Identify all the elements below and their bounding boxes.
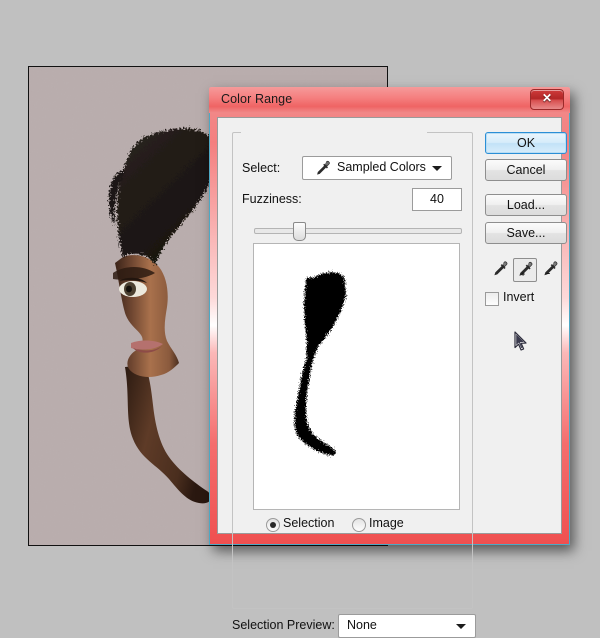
- radio-image-label: Image: [369, 516, 404, 530]
- ok-button[interactable]: OK: [485, 132, 567, 154]
- selection-preview-label: Selection Preview:: [232, 618, 335, 632]
- invert-label: Invert: [503, 290, 535, 304]
- invert-checkbox[interactable]: [485, 292, 499, 306]
- eyedropper-sample-icon[interactable]: [489, 258, 511, 280]
- dialog-title: Color Range: [221, 92, 293, 106]
- eyedropper-toolgroup: [487, 258, 567, 284]
- dialog-client-area: Select: Sampled Colors Fuzziness: 40 Sel…: [217, 117, 567, 638]
- preview-mode-group: Selection Image: [254, 516, 460, 534]
- selection-preview-dropdown[interactable]: None: [338, 614, 476, 638]
- dialog-titlebar[interactable]: Color Range ✕: [209, 87, 570, 113]
- radio-dot: [266, 518, 280, 532]
- cancel-button[interactable]: Cancel: [485, 159, 567, 181]
- save-button[interactable]: Save...: [485, 222, 567, 244]
- close-icon: ✕: [541, 91, 553, 105]
- chevron-down-icon: [456, 624, 466, 629]
- selection-preview-value: None: [347, 618, 377, 632]
- fuzziness-input[interactable]: 40: [412, 188, 462, 211]
- radio-dot: [352, 518, 366, 532]
- fuzziness-slider[interactable]: [254, 220, 462, 241]
- mask-preview-panel[interactable]: [253, 243, 460, 510]
- eyedropper-icon: [317, 160, 330, 175]
- slider-track: [254, 228, 462, 234]
- color-range-dialog[interactable]: Color Range ✕ Select: Sampled Colors Fuz…: [209, 87, 570, 638]
- selection-mask-preview: [254, 244, 459, 509]
- chevron-down-icon: [432, 166, 442, 171]
- eyedropper-add-icon[interactable]: [513, 258, 537, 282]
- select-dropdown[interactable]: Sampled Colors: [302, 156, 452, 180]
- load-button[interactable]: Load...: [485, 194, 567, 216]
- select-label: Select:: [242, 161, 281, 175]
- radio-selection-label: Selection: [283, 516, 335, 530]
- select-value: Sampled Colors: [337, 160, 426, 174]
- close-button[interactable]: ✕: [530, 89, 564, 110]
- slider-thumb[interactable]: [293, 222, 306, 241]
- eyedropper-subtract-icon[interactable]: [539, 258, 561, 280]
- fuzziness-label: Fuzziness:: [242, 192, 302, 206]
- screen: Color Range ✕ Select: Sampled Colors Fuz…: [0, 0, 600, 638]
